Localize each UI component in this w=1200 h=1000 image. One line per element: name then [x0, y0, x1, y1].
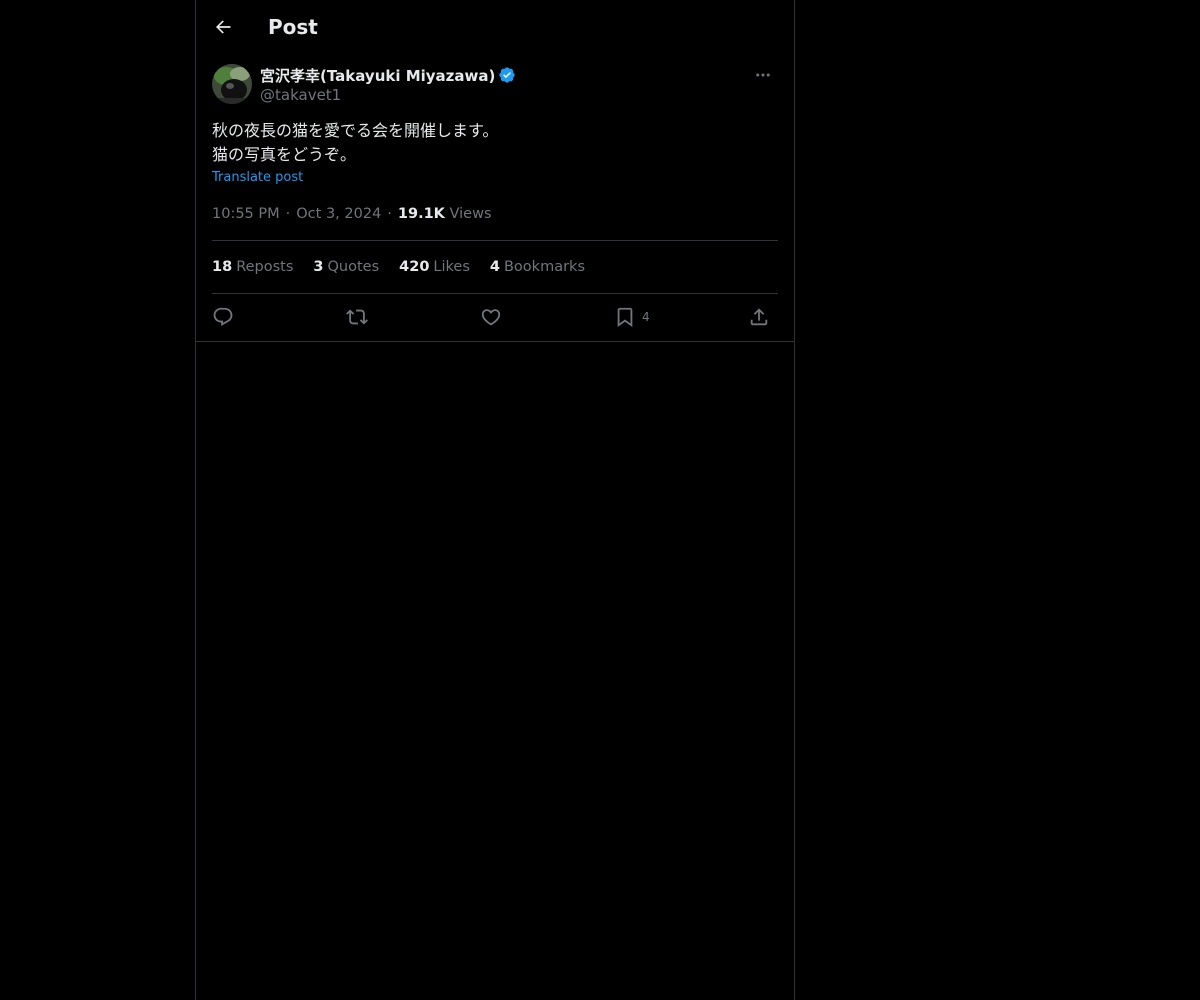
bookmark-icon	[617, 307, 633, 328]
post-bottom-border	[196, 341, 794, 342]
header: Post	[196, 0, 794, 54]
views-label: Views	[449, 206, 492, 222]
page-title: Post	[268, 15, 318, 39]
post-column: Post 宮沢孝幸(Takayuki Miyazawa) @takavet1 秋…	[195, 0, 795, 1000]
bookmark-count: 4	[642, 310, 650, 324]
author-row: 宮沢孝幸(Takayuki Miyazawa) @takavet1	[212, 64, 778, 106]
share-icon	[750, 308, 768, 326]
divider	[212, 240, 778, 241]
stat-bookmarks[interactable]: 4 Bookmarks	[490, 257, 585, 277]
bookmark-button[interactable]: 4	[614, 302, 650, 332]
arrow-left-icon	[216, 20, 231, 34]
stat-count: 420	[399, 259, 430, 275]
more-options-button[interactable]	[748, 64, 778, 86]
reply-button[interactable]	[212, 302, 234, 332]
reply-icon	[213, 307, 233, 326]
stat-label: Reposts	[236, 259, 294, 275]
author-name[interactable]: 宮沢孝幸(Takayuki Miyazawa)	[260, 65, 495, 86]
avatar[interactable]	[212, 64, 252, 104]
post-date[interactable]: Oct 3, 2024	[296, 206, 381, 222]
verified-badge-icon	[498, 66, 516, 84]
meta-separator: ·	[285, 206, 291, 222]
repost-icon	[346, 309, 368, 325]
like-button[interactable]	[480, 302, 502, 332]
post-meta: 10:55 PM · Oct 3, 2024 · 19.1K Views	[212, 204, 492, 224]
share-button[interactable]	[748, 302, 770, 332]
stat-label: Bookmarks	[503, 259, 585, 275]
heart-icon	[481, 309, 501, 326]
post-text-line: 猫の写真をどうぞ。	[212, 145, 357, 164]
avatar-image	[212, 64, 252, 104]
post-actions: 4	[212, 302, 778, 332]
post-stats: 18 Reposts 3 Quotes 420 Likes 4 Bookmarks	[212, 257, 605, 277]
post-text-line: 秋の夜長の猫を愛でる会を開催します。	[212, 121, 499, 140]
stat-count: 3	[313, 259, 324, 275]
translate-post-link[interactable]: Translate post	[212, 170, 303, 185]
stat-label: Quotes	[327, 259, 380, 275]
stat-count: 18	[212, 259, 233, 275]
stat-likes[interactable]: 420 Likes	[399, 257, 470, 277]
post-time[interactable]: 10:55 PM	[212, 206, 280, 222]
stat-count: 4	[489, 259, 500, 275]
stat-quotes[interactable]: 3 Quotes	[313, 257, 379, 277]
stat-label: Likes	[433, 259, 470, 275]
back-button[interactable]	[208, 12, 238, 42]
post-text: 秋の夜長の猫を愛でる会を開催します。 猫の写真をどうぞ。	[212, 119, 778, 167]
divider	[212, 293, 778, 294]
views-count: 19.1K	[397, 206, 445, 222]
more-icon	[756, 73, 770, 77]
meta-separator: ·	[387, 206, 392, 222]
repost-button[interactable]	[346, 302, 368, 332]
author-name-line: 宮沢孝幸(Takayuki Miyazawa)	[260, 65, 516, 85]
author-handle[interactable]: @takavet1	[260, 86, 341, 104]
stat-reposts[interactable]: 18 Reposts	[212, 257, 293, 277]
